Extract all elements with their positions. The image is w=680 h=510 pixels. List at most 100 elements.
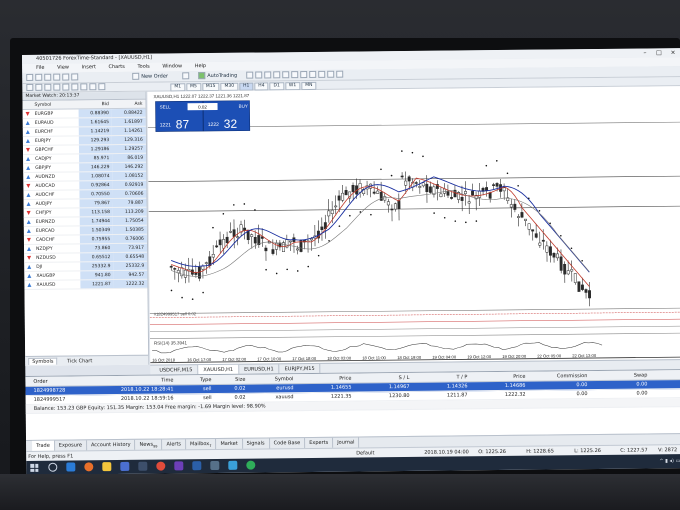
crosshair-icon[interactable] — [35, 83, 43, 91]
zoom-out-icon[interactable] — [282, 71, 290, 79]
indicators-icon[interactable] — [318, 70, 326, 78]
menu-file[interactable]: File — [36, 65, 44, 71]
vertical-line-icon[interactable] — [44, 83, 52, 91]
minimize-button[interactable]: – — [638, 48, 652, 57]
buy-label[interactable]: BUY — [239, 104, 248, 109]
trendline-icon[interactable] — [62, 83, 70, 91]
order-size: 0.02 — [234, 394, 246, 401]
chrome-icon[interactable] — [156, 461, 166, 471]
th-swap[interactable]: Swap — [591, 370, 651, 380]
sar-dot — [538, 209, 541, 212]
ask-price: 79.887 — [112, 198, 147, 208]
mail-icon[interactable] — [138, 461, 148, 471]
bar-chart-icon[interactable] — [246, 71, 254, 79]
file-explorer-icon[interactable] — [102, 462, 112, 472]
market-watch-icon[interactable] — [44, 73, 52, 81]
tf-m1[interactable]: M1 — [170, 83, 186, 92]
bid-price: 1.08074 — [78, 172, 113, 181]
market-watch-row[interactable]: XAUUSD 1221.87 1222.32 — [24, 279, 148, 290]
tf-h4[interactable]: H4 — [254, 82, 269, 91]
chart-canvas[interactable]: SELL BUY 0.02 1221 87 1222 32 XAUUSD,H1 1222.07… — [147, 86, 680, 365]
tester-icon[interactable] — [71, 73, 79, 81]
close-button[interactable]: × — [666, 48, 680, 57]
bid-price: 113.158 — [79, 208, 113, 217]
menu-help[interactable]: Help — [195, 63, 206, 69]
candle-body — [414, 182, 418, 184]
menu-charts[interactable]: Charts — [108, 64, 124, 70]
tf-m15[interactable]: M15 — [201, 82, 220, 92]
col-ask[interactable]: Ask — [112, 100, 146, 108]
tile-windows-icon[interactable] — [291, 71, 299, 79]
th-symbol[interactable]: Symbol — [249, 374, 297, 384]
app-icon-purple[interactable] — [174, 461, 184, 471]
th-price[interactable]: Price — [297, 374, 355, 384]
tab-tick-chart[interactable]: Tick Chart — [67, 358, 92, 364]
line-chart-icon[interactable] — [264, 71, 272, 79]
candle-body — [502, 187, 506, 192]
new-order-icon — [132, 72, 140, 80]
th-sl[interactable]: S / L — [355, 373, 413, 383]
zoom-in-icon[interactable] — [273, 71, 281, 79]
th-order[interactable]: Order — [25, 376, 105, 386]
store-icon[interactable] — [120, 461, 130, 471]
th-tp[interactable]: T / P — [413, 372, 471, 382]
tray-battery-icon[interactable]: ▭ — [676, 458, 680, 464]
market-watch-tabs: Symbols Tick Chart — [25, 354, 149, 366]
ask-price: 0.92919 — [112, 180, 147, 190]
edge-icon[interactable] — [66, 462, 76, 472]
tf-w1[interactable]: W1 — [284, 82, 301, 91]
channel-icon[interactable] — [71, 83, 79, 91]
text-icon[interactable] — [89, 83, 97, 91]
order-tp: 1211.87 — [446, 392, 468, 399]
th-commission[interactable]: Commission — [529, 371, 591, 381]
ask-price: 0.88422 — [111, 108, 146, 118]
new-chart-icon[interactable] — [26, 73, 34, 81]
th-size[interactable]: Size — [215, 375, 249, 384]
sell-label[interactable]: SELL — [160, 104, 172, 109]
cursor-icon[interactable] — [26, 83, 34, 91]
periods-icon[interactable] — [327, 70, 335, 78]
start-icon[interactable] — [30, 463, 39, 472]
new-order-button[interactable]: New Order — [132, 72, 168, 80]
horizontal-line-icon[interactable] — [53, 83, 61, 91]
menu-insert[interactable]: Insert — [82, 64, 96, 70]
tf-mn[interactable]: MN — [301, 81, 317, 91]
profiles-icon[interactable] — [35, 73, 43, 81]
tf-d1[interactable]: D1 — [269, 82, 284, 91]
word-icon[interactable] — [192, 461, 202, 471]
bid-price: 0.75955 — [79, 235, 114, 244]
terminal-icon[interactable] — [62, 73, 70, 81]
firefox-icon[interactable] — [84, 462, 94, 472]
col-bid[interactable]: Bid — [78, 100, 112, 108]
menu-window[interactable]: Window — [162, 63, 182, 69]
spotify-icon[interactable] — [246, 460, 256, 470]
templates-icon[interactable] — [336, 70, 344, 78]
price-level-line — [148, 205, 680, 212]
menu-view[interactable]: View — [57, 65, 69, 71]
th-price-current[interactable]: Price — [471, 372, 529, 382]
tf-h1[interactable]: H1 — [239, 82, 254, 91]
candle-body — [439, 193, 443, 197]
symbol-name: EURNZD — [35, 219, 55, 225]
menu-tools[interactable]: Tools — [137, 64, 149, 70]
bid-price: 0.70550 — [78, 190, 113, 199]
metatrader-icon[interactable] — [228, 460, 238, 470]
search-icon[interactable] — [48, 462, 58, 472]
price-chart[interactable]: SELL BUY 0.02 1221 87 1222 32 XAUUSD,H1 1222.07… — [147, 86, 680, 365]
th-type[interactable]: Type — [177, 375, 215, 384]
maximize-button[interactable]: □ — [652, 48, 666, 57]
chart-shift-icon[interactable] — [309, 70, 317, 78]
label-icon[interactable] — [98, 83, 106, 91]
fibonacci-icon[interactable] — [80, 83, 88, 91]
autotrading-button[interactable]: AutoTrading — [198, 72, 237, 80]
candlestick-icon[interactable] — [255, 71, 263, 79]
app-icon-grey[interactable] — [210, 460, 220, 471]
autoscroll-icon[interactable] — [300, 71, 308, 79]
navigator-icon[interactable] — [53, 73, 61, 81]
col-symbol[interactable]: Symbol — [22, 100, 78, 109]
meta-editor-button[interactable] — [182, 72, 191, 80]
tf-m5[interactable]: M5 — [186, 83, 201, 92]
tf-m30[interactable]: M30 — [220, 82, 239, 91]
th-time[interactable]: Time — [105, 375, 177, 385]
tab-symbols[interactable]: Symbols — [28, 357, 58, 365]
